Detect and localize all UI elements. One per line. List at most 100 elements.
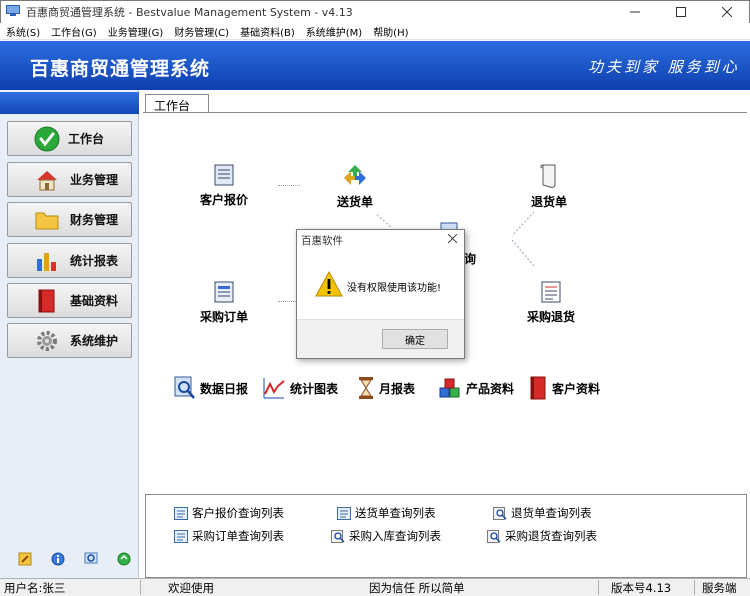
flow-return-note[interactable]: 退货单 bbox=[528, 163, 570, 210]
status-divider bbox=[694, 580, 695, 595]
quick-monthly-report[interactable]: 月报表 bbox=[357, 376, 415, 400]
sidebar-item-business[interactable]: 业务管理 bbox=[7, 162, 132, 197]
flow-query-label: 询 bbox=[464, 252, 477, 266]
info-icon[interactable] bbox=[51, 552, 65, 566]
edit-icon[interactable] bbox=[18, 552, 32, 566]
flow-connector bbox=[376, 214, 392, 228]
menu-maintenance[interactable]: 系统维护(M) bbox=[306, 24, 362, 39]
status-divider bbox=[140, 580, 141, 595]
sidebar-item-label: 财务管理 bbox=[70, 213, 119, 227]
list-document-icon bbox=[541, 281, 561, 303]
flow-label: 采购退货 bbox=[526, 310, 575, 324]
sidebar-item-label: 系统维护 bbox=[70, 334, 119, 348]
red-book-icon bbox=[34, 288, 60, 314]
list-icon bbox=[174, 506, 188, 520]
scroll-icon bbox=[540, 164, 556, 188]
query-purchase-stockin[interactable]: 采购入库查询列表 bbox=[331, 528, 441, 544]
search-list-icon bbox=[493, 506, 507, 520]
status-motto: 因为信任 所以简单 bbox=[369, 581, 465, 595]
quick-daily-report[interactable]: 数据日报 bbox=[174, 376, 248, 400]
app-icon bbox=[6, 5, 20, 16]
query-label: 送货单查询列表 bbox=[355, 506, 436, 520]
menu-help[interactable]: 帮助(H) bbox=[373, 24, 408, 39]
sidebar-item-reports[interactable]: 统计报表 bbox=[7, 243, 132, 278]
flow-label: 客户报价 bbox=[200, 193, 249, 207]
gear-icon bbox=[34, 328, 60, 354]
refresh-icon[interactable] bbox=[117, 552, 131, 566]
sidebar-item-label: 基础资料 bbox=[70, 294, 119, 308]
status-divider bbox=[598, 580, 599, 595]
search-icon[interactable] bbox=[84, 552, 98, 566]
minimize-icon bbox=[630, 11, 640, 12]
menu-bar: 系统(S) 工作台(G) 业务管理(G) 财务管理(C) 基础资料(B) 系统维… bbox=[0, 23, 750, 40]
folder-icon bbox=[34, 207, 60, 233]
sidebar-item-label: 业务管理 bbox=[70, 173, 119, 187]
close-button[interactable] bbox=[704, 0, 750, 23]
maximize-button[interactable] bbox=[658, 0, 704, 23]
sidebar-item-basic-data[interactable]: 基础资料 bbox=[7, 283, 132, 318]
status-version: 版本号4.13 bbox=[611, 581, 672, 595]
sidebar-item-workbench[interactable]: 工作台 bbox=[7, 121, 132, 156]
dialog-close-button[interactable] bbox=[445, 231, 459, 245]
flow-customer-quote[interactable]: 客户报价 bbox=[200, 163, 248, 208]
flow-label: 采购订单 bbox=[199, 310, 248, 324]
query-label: 采购入库查询列表 bbox=[349, 529, 441, 543]
menu-basic-data[interactable]: 基础资料(B) bbox=[240, 24, 295, 39]
query-label: 客户报价查询列表 bbox=[192, 506, 284, 520]
menu-system[interactable]: 系统(S) bbox=[6, 24, 40, 39]
house-icon bbox=[34, 167, 60, 193]
flow-connector bbox=[278, 185, 300, 186]
quick-customer-info[interactable]: 客户资料 bbox=[528, 376, 600, 400]
menu-workbench[interactable]: 工作台(G) bbox=[51, 24, 97, 39]
dialog-title: 百惠软件 bbox=[301, 235, 343, 247]
flow-purchase-order[interactable]: 采购订单 bbox=[199, 280, 249, 325]
flow-label: 送货单 bbox=[336, 195, 373, 209]
search-list-icon bbox=[487, 529, 501, 543]
quick-label: 产品资料 bbox=[466, 381, 515, 396]
sidebar-item-finance[interactable]: 财务管理 bbox=[7, 202, 132, 237]
close-icon bbox=[447, 233, 457, 243]
sidebar-item-label: 统计报表 bbox=[70, 254, 119, 268]
quick-product-info[interactable]: 产品资料 bbox=[438, 376, 514, 400]
query-customer-quote[interactable]: 客户报价查询列表 bbox=[174, 505, 284, 521]
query-label: 采购订单查询列表 bbox=[192, 529, 284, 543]
bar-chart-icon bbox=[34, 248, 60, 274]
query-delivery-note[interactable]: 送货单查询列表 bbox=[337, 505, 436, 521]
quick-stat-chart[interactable]: 统计图表 bbox=[262, 376, 338, 400]
status-welcome: 欢迎使用 bbox=[168, 581, 214, 595]
flow-purchase-return[interactable]: 采购退货 bbox=[526, 280, 576, 325]
query-purchase-order[interactable]: 采购订单查询列表 bbox=[174, 528, 284, 544]
magnifier-icon bbox=[174, 376, 195, 399]
quick-label: 数据日报 bbox=[200, 381, 249, 396]
green-check-icon bbox=[34, 126, 60, 152]
tab-workbench[interactable]: 工作台 bbox=[145, 94, 209, 113]
form-icon bbox=[214, 281, 234, 303]
status-mode: 服务端 bbox=[702, 581, 737, 595]
query-label: 退货单查询列表 bbox=[511, 506, 592, 520]
query-purchase-return[interactable]: 采购退货查询列表 bbox=[487, 528, 597, 544]
sidebar-item-maintenance[interactable]: 系统维护 bbox=[7, 323, 132, 358]
flow-connector bbox=[278, 301, 296, 302]
app-title: 百惠商贸通管理系统 bbox=[30, 58, 211, 80]
quick-label: 客户资料 bbox=[552, 381, 601, 396]
flow-connector bbox=[511, 211, 535, 267]
query-return-note[interactable]: 退货单查询列表 bbox=[493, 505, 592, 521]
minimize-button[interactable] bbox=[612, 0, 658, 23]
document-icon bbox=[214, 164, 234, 186]
ok-button[interactable]: 确定 bbox=[382, 329, 448, 349]
sidebar-header bbox=[0, 92, 139, 114]
search-list-icon bbox=[331, 529, 345, 543]
quick-label: 月报表 bbox=[379, 381, 416, 396]
line-chart-icon bbox=[263, 378, 285, 399]
menu-business[interactable]: 业务管理(G) bbox=[108, 24, 164, 39]
red-book-icon bbox=[530, 376, 546, 400]
warning-icon bbox=[315, 271, 343, 297]
slogan: 功夫到家 服务到心 bbox=[588, 58, 740, 76]
query-label: 采购退货查询列表 bbox=[505, 529, 597, 543]
menu-finance[interactable]: 财务管理(C) bbox=[174, 24, 229, 39]
hourglass-icon bbox=[359, 377, 373, 399]
flow-delivery-note[interactable]: 送货单 bbox=[334, 163, 376, 210]
cubes-icon bbox=[439, 378, 460, 398]
close-icon bbox=[722, 6, 732, 17]
recycle-arrows-icon bbox=[344, 165, 366, 185]
